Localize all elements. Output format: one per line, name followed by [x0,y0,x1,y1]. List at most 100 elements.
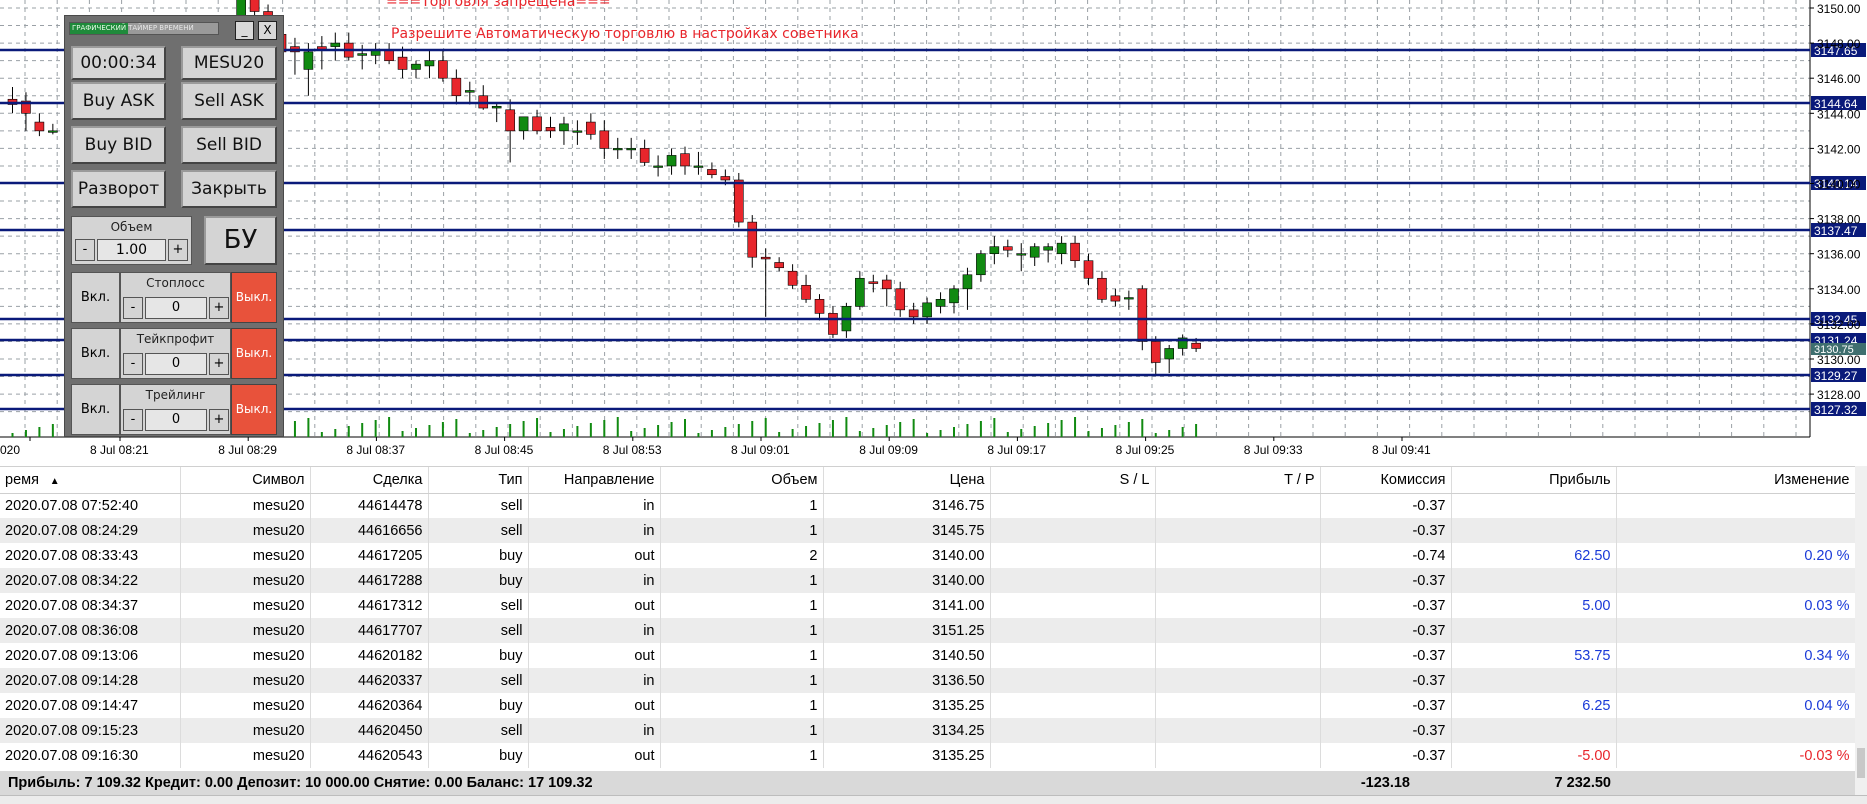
panel-title: ГРАФИЧЕСКИЙ ТАЙМЕР ВРЕМЕНИ [69,22,219,35]
table-cell: mesu20 [180,568,311,593]
table-cell: mesu20 [180,493,311,518]
time-tick-label: 8 Jul 09:01 [731,443,790,457]
takeprofit-on-button[interactable]: Вкл. [71,328,120,379]
buy-ask-button[interactable]: Buy ASK [71,82,166,120]
terminal-tabs-strip[interactable] [0,795,1867,804]
takeprofit-minus-button[interactable]: - [123,353,143,375]
table-cell [1616,668,1856,693]
minimize-button[interactable]: _ [235,21,254,40]
table-cell: -0.37 [1320,743,1452,768]
time-tick-label: 020 [0,443,20,457]
table-cell: 3141.00 [823,593,991,618]
table-cell: 44614478 [310,493,429,518]
column-header[interactable]: Направление [528,467,661,494]
table-row[interactable]: 2020.07.08 08:34:22 mesu20 44617288 buy in 1 3… [0,568,1856,593]
column-header[interactable]: Объем [660,467,824,494]
volume-plus-button[interactable]: + [168,239,188,261]
table-cell: out [528,593,661,618]
column-header[interactable]: Изменение [1616,467,1856,494]
summary-text: Прибыль: 7 109.32 Кредит: 0.00 Депозит: … [8,775,593,791]
column-header[interactable]: Символ [180,467,311,494]
stoploss-input[interactable]: 0 [145,297,207,319]
column-header[interactable]: Комиссия [1320,467,1452,494]
table-row[interactable]: 2020.07.08 09:14:28 mesu20 44620337 sell in 1… [0,668,1856,693]
symbol-button[interactable]: MESU20 [181,46,277,80]
table-row[interactable]: 2020.07.08 07:52:40 mesu20 44614478 sell in 1… [0,493,1856,518]
trailing-minus-button[interactable]: - [123,409,143,431]
table-cell: mesu20 [180,518,311,543]
column-header[interactable]: Цена [823,467,991,494]
trailing-plus-button[interactable]: + [209,409,229,431]
scrollbar-thumb[interactable] [1857,748,1865,778]
takeprofit-off-button[interactable]: Выкл. [231,328,277,379]
table-row[interactable]: 2020.07.08 09:13:06 mesu20 44620182 buy out 1… [0,643,1856,668]
table-row[interactable]: 2020.07.08 09:14:47 mesu20 44620364 buy out 1… [0,693,1856,718]
table-cell [990,693,1156,718]
volume-minus-button[interactable]: - [75,239,95,261]
sell-ask-button[interactable]: Sell ASK [181,82,277,120]
bull-candle [303,51,314,70]
time-tick-label: 8 Jul 08:21 [90,443,149,457]
sell-bid-button[interactable]: Sell BID [181,126,277,164]
sort-arrow-icon: ▲ [46,475,60,487]
table-cell: -0.37 [1320,693,1452,718]
column-header[interactable]: T / P [1155,467,1321,494]
trailing-input[interactable]: 0 [145,409,207,431]
takeprofit-plus-button[interactable]: + [209,353,229,375]
column-header[interactable]: Тип [428,467,529,494]
table-cell [1155,668,1321,693]
volume-input[interactable]: 1.00 [97,239,166,261]
reverse-button[interactable]: Разворот [71,170,166,208]
table-cell: mesu20 [180,718,311,743]
price-tick-label: 3134.00 [1817,283,1861,297]
bear-candle [760,256,771,260]
table-row[interactable]: 2020.07.08 09:15:23 mesu20 44620450 sell in 1… [0,718,1856,743]
bull-candle [922,302,932,318]
close-panel-button[interactable]: X [258,21,277,40]
stoploss-off-button[interactable]: Выкл. [231,272,277,323]
column-header[interactable]: ремя ▲ [0,467,181,494]
table-row[interactable]: 2020.07.08 09:16:30 mesu20 44620543 buy out 1… [0,743,1856,768]
price-tick-label: 3150.00 [1817,2,1861,16]
table-cell: sell [428,493,529,518]
table-cell [990,493,1156,518]
column-header[interactable]: Прибыль [1451,467,1617,494]
column-header[interactable]: S / L [990,467,1156,494]
table-cell [1155,518,1321,543]
close-position-button[interactable]: Закрыть [181,170,277,208]
table-cell: 2020.07.08 09:15:23 [0,718,181,743]
table-row[interactable]: 2020.07.08 08:33:43 mesu20 44617205 buy out 2… [0,543,1856,568]
table-cell: 44620337 [310,668,429,693]
table-scrollbar[interactable] [1855,466,1867,796]
trailing-off-button[interactable]: Выкл. [231,384,277,435]
table-row[interactable]: 2020.07.08 08:24:29 mesu20 44616656 sell in 1… [0,518,1856,543]
time-tick-label: 8 Jul 09:09 [859,443,918,457]
bull-candle [518,116,529,132]
stoploss-on-button[interactable]: Вкл. [71,272,120,323]
bear-candle [908,309,919,318]
stoploss-label: Стоплосс [146,276,205,290]
stoploss-plus-button[interactable]: + [209,297,229,319]
table-cell: -5.00 [1451,743,1617,768]
bear-candle [1097,277,1107,300]
takeprofit-label: Тейкпрофит [136,332,215,346]
column-header[interactable]: Сделка [310,467,429,494]
table-cell: 0.04 % [1616,693,1856,718]
price-chart[interactable]: 3147.65 3144.64 3140.14 3137.47 3132.45 3131.… [0,0,1867,458]
table-cell: in [528,718,661,743]
table-row[interactable]: 2020.07.08 08:36:08 mesu20 44617707 sell in 1… [0,618,1856,643]
volume-label: Объем [110,220,153,234]
buy-bid-button[interactable]: Buy BID [71,126,166,164]
table-cell: in [528,618,661,643]
table-cell: buy [428,543,529,568]
table-cell: 1 [660,718,824,743]
trailing-on-button[interactable]: Вкл. [71,384,120,435]
table-cell [990,593,1156,618]
bull-candle [1056,242,1067,254]
table-row[interactable]: 2020.07.08 08:34:37 mesu20 44617312 sell out… [0,593,1856,618]
breakeven-button[interactable]: БУ [204,216,277,265]
stoploss-minus-button[interactable]: - [123,297,143,319]
table-cell: 3140.00 [823,543,991,568]
table-cell: -0.37 [1320,643,1452,668]
takeprofit-input[interactable]: 0 [145,353,207,375]
